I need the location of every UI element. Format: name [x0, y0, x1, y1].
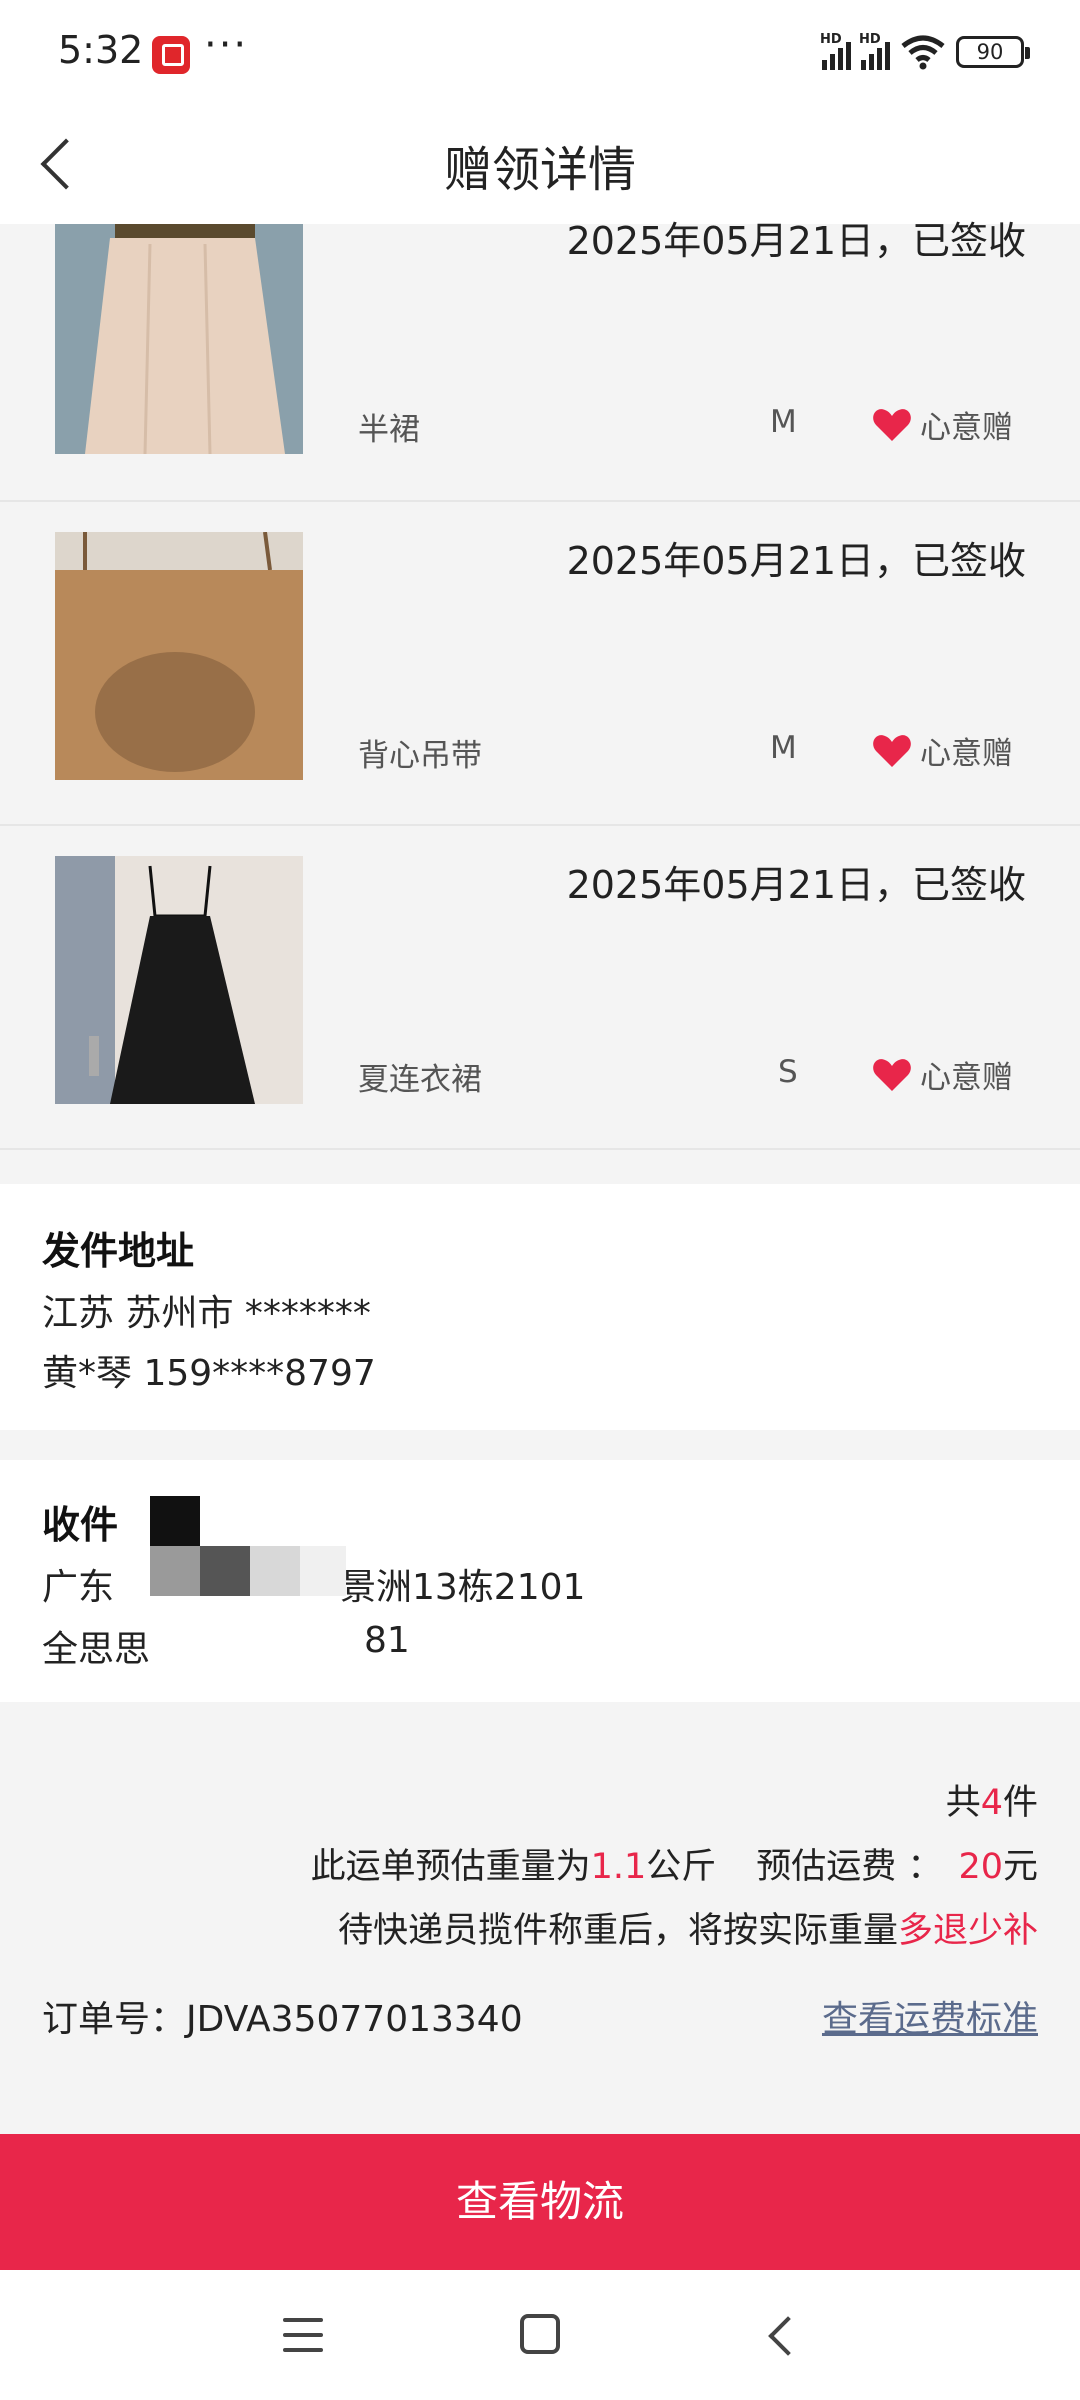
count-suffix: 件	[1002, 1783, 1038, 1823]
item-size: S	[778, 1054, 798, 1090]
weight-fee-line: 此运单预估重量为1.1公斤 预估运费 ： 20元	[311, 1838, 1038, 1889]
count-prefix: 共	[945, 1783, 981, 1823]
product-image	[55, 856, 303, 1104]
fee-value: 20	[958, 1847, 1003, 1887]
item-date: 2025年05月21日，已签收	[566, 863, 1026, 907]
sender-title: 发件地址	[42, 1229, 195, 1273]
item-date: 2025年05月21日，已签收	[566, 219, 1026, 263]
menu-icon[interactable]	[283, 2318, 323, 2354]
status-time: 5:32	[58, 28, 144, 72]
order-number: 订单号：JDVA35077013340	[42, 1990, 523, 2042]
list-item[interactable]: 2025年05月21日，已签收 半裙 M 心意赠	[0, 219, 1080, 502]
receiver-address-card: 收件 广东 景洲13栋2101 全思思 81	[0, 1460, 1080, 1702]
product-image	[55, 532, 303, 780]
list-item[interactable]: 2025年05月21日，已签收 夏连衣裙 S 心意赠	[0, 828, 1080, 1150]
item-tag-label: 心意赠	[920, 1060, 1013, 1096]
fee-prefix: 预估运费 ：	[756, 1847, 943, 1887]
list-item[interactable]: 2025年05月21日，已签收 背心吊带 M 心意赠	[0, 504, 1080, 826]
count-value: 4	[980, 1783, 1003, 1823]
nav-back-icon[interactable]	[760, 2316, 800, 2356]
heart-icon	[873, 408, 911, 441]
weight-note: 待快递员揽件称重后，将按实际重量多退少补	[338, 1902, 1038, 1953]
app-notification-icon	[152, 36, 190, 74]
fee-standard-link[interactable]: 查看运费标准	[822, 1990, 1038, 2042]
sender-address: 江苏 苏州市 *******	[42, 1293, 371, 1334]
shipping-summary: 共4件 此运单预估重量为1.1公斤 预估运费 ： 20元 待快递员揽件称重后，将按实…	[0, 1702, 1080, 2132]
privacy-mosaic	[150, 1496, 200, 1546]
item-name: 背心吊带	[358, 738, 482, 774]
privacy-mosaic	[300, 1546, 346, 1596]
signal-hd-label: HD	[859, 32, 881, 47]
item-date: 2025年05月21日，已签收	[566, 539, 1026, 583]
status-bar: 5:32 ··· HD HD 90	[0, 0, 1080, 104]
item-tag: 心意赠	[872, 402, 1013, 447]
weight-unit: 公斤	[646, 1847, 717, 1887]
signal-icon: HD	[820, 32, 851, 70]
sender-contact: 黄*琴 159****8797	[42, 1353, 376, 1394]
page-title: 赠领详情	[443, 142, 636, 198]
item-count: 共4件	[946, 1774, 1038, 1825]
weight-prefix: 此运单预估重量为	[310, 1847, 591, 1887]
product-image	[55, 224, 303, 454]
page-header: 赠领详情	[0, 104, 1080, 224]
status-indicators: HD HD 90	[820, 30, 1030, 74]
note-prefix: 待快递员揽件称重后，将按实际重量	[337, 1911, 898, 1951]
privacy-mosaic	[150, 1610, 360, 1670]
order-label: 订单号：	[42, 1999, 187, 2040]
wifi-icon	[900, 34, 946, 70]
receiver-address-suffix: 景洲13栋2101	[340, 1567, 586, 1608]
home-icon[interactable]	[520, 2314, 560, 2354]
item-tag: 心意赠	[872, 728, 1013, 773]
more-notifications-icon: ···	[204, 22, 249, 68]
receiver-phone-end: 81	[364, 1620, 410, 1661]
item-tag: 心意赠	[872, 1052, 1013, 1097]
receiver-address-prefix: 广东	[42, 1567, 115, 1608]
item-tag-label: 心意赠	[920, 410, 1013, 446]
receiver-title: 收件	[42, 1503, 119, 1547]
privacy-mosaic	[200, 1546, 250, 1596]
item-size: M	[770, 404, 797, 440]
heart-icon	[873, 734, 911, 767]
privacy-mosaic	[250, 1546, 300, 1596]
signal-hd-label: HD	[820, 32, 842, 47]
signal-icon: HD	[859, 32, 890, 70]
view-logistics-button[interactable]: 查看物流	[0, 2134, 1080, 2270]
fee-unit: 元	[1002, 1847, 1038, 1887]
item-name: 夏连衣裙	[358, 1062, 482, 1098]
privacy-mosaic	[150, 1546, 200, 1596]
heart-icon	[873, 1058, 911, 1091]
battery-icon: 90	[956, 36, 1030, 68]
order-value: JDVA35077013340	[186, 1999, 523, 2040]
item-size: M	[770, 730, 797, 766]
item-name: 半裙	[358, 412, 420, 448]
system-nav-bar	[0, 2270, 1080, 2400]
sender-address-card: 发件地址 江苏 苏州市 ******* 黄*琴 159****8797	[0, 1184, 1080, 1430]
note-highlight: 多退少补	[897, 1911, 1038, 1951]
weight-value: 1.1	[590, 1847, 647, 1887]
receiver-name: 全思思	[42, 1629, 151, 1670]
item-tag-label: 心意赠	[920, 736, 1013, 772]
